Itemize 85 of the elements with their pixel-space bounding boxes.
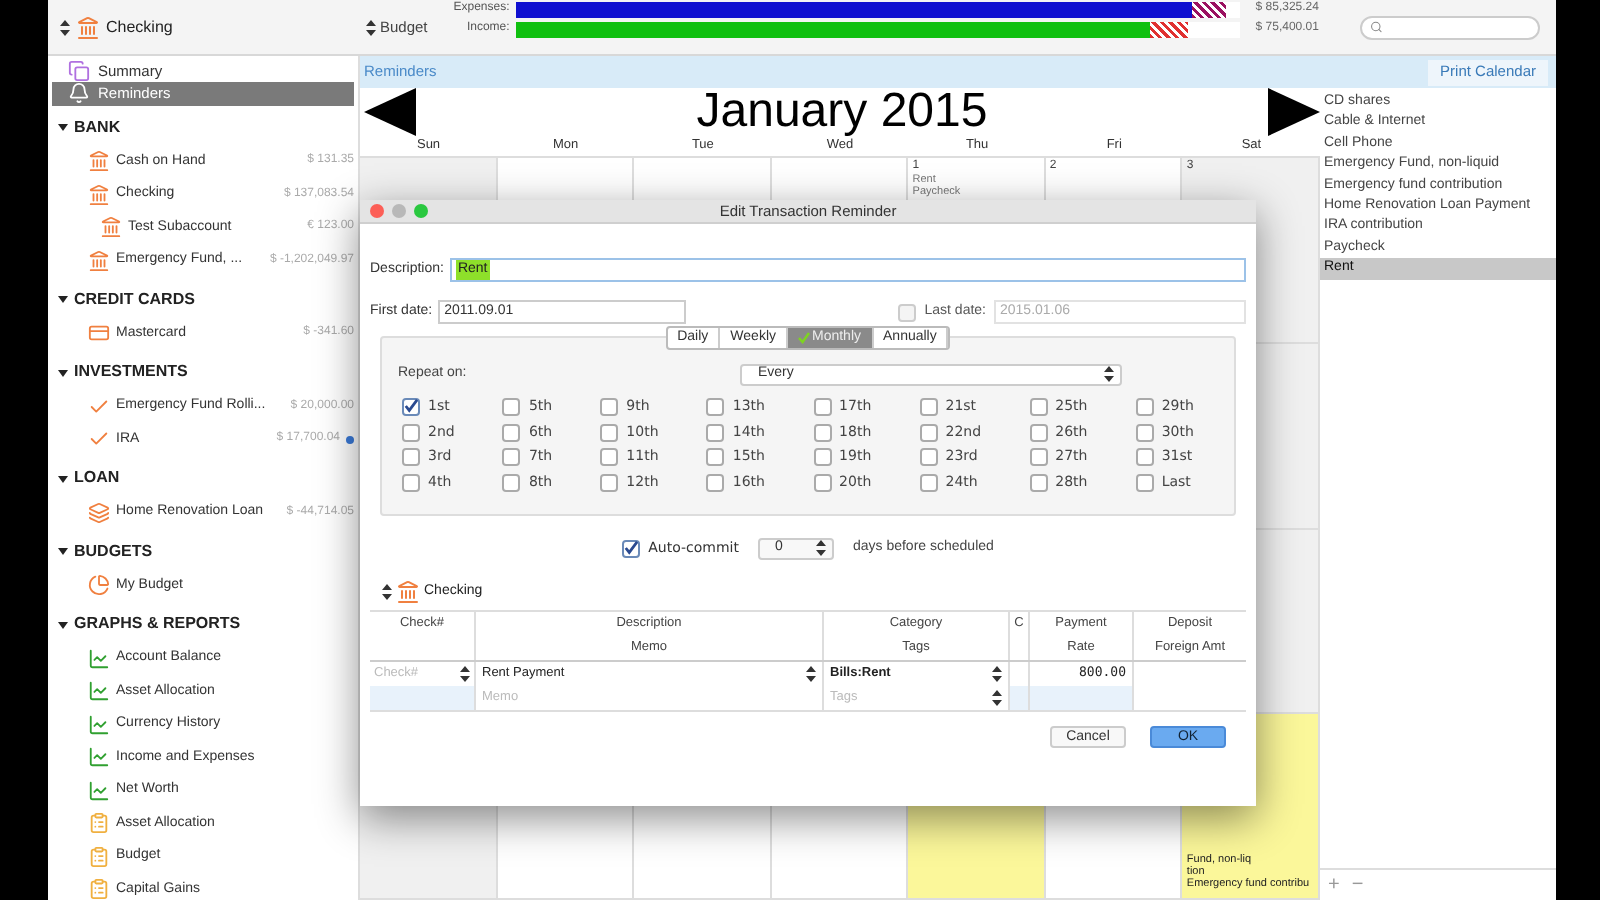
updown-icon [1104, 366, 1114, 382]
pie-chart-icon [88, 574, 110, 597]
checkbox[interactable] [402, 473, 420, 492]
checkbox[interactable] [706, 423, 725, 442]
checkbox[interactable] [813, 473, 832, 492]
section-header: GRAPHS & REPORTS [74, 612, 241, 636]
checkbox[interactable] [919, 423, 938, 442]
bank-icon [396, 580, 420, 604]
account-selector[interactable]: Checking [48, 0, 360, 54]
checkbox[interactable] [502, 473, 521, 492]
disclosure-triangle-icon[interactable] [58, 473, 68, 483]
line-chart-icon [88, 647, 110, 670]
checkbox[interactable] [919, 473, 938, 492]
section-header: CREDIT CARDS [74, 287, 195, 311]
checkbox[interactable] [706, 397, 725, 416]
checkbox[interactable] [813, 448, 832, 467]
checkbox[interactable] [1135, 473, 1154, 492]
line-chart-icon [88, 680, 110, 703]
disclosure-triangle-icon[interactable] [58, 546, 68, 556]
checkbox[interactable] [402, 423, 420, 442]
checkbox[interactable] [1029, 473, 1048, 492]
checkbox[interactable] [706, 448, 725, 467]
line-chart-icon [88, 779, 110, 802]
search-field[interactable] [1360, 15, 1540, 39]
disclosure-triangle-icon[interactable] [58, 294, 68, 304]
section-header: LOAN [74, 466, 120, 490]
close-button[interactable] [370, 204, 384, 218]
bank-icon [88, 249, 110, 272]
bank-icon [88, 183, 110, 206]
bank-icon [76, 15, 100, 39]
clipboard-icon [88, 845, 110, 868]
section-header: BUDGETS [74, 539, 153, 563]
card-icon [88, 322, 110, 345]
line-chart-icon [88, 746, 110, 769]
updown-icon [460, 666, 470, 682]
updown-icon [60, 19, 70, 35]
updown-icon [366, 19, 376, 35]
checkbox[interactable] [600, 448, 619, 467]
month-title: January 2015 [696, 88, 988, 136]
checkbox[interactable] [919, 448, 938, 467]
checkbox[interactable] [600, 423, 619, 442]
search-icon [1370, 20, 1383, 34]
bell-icon [68, 82, 90, 105]
checkbox[interactable] [1029, 448, 1048, 467]
line-chart-icon [88, 713, 110, 736]
pages-icon [68, 60, 90, 83]
updown-icon [992, 666, 1002, 682]
checkbox[interactable] [1029, 423, 1048, 442]
section-header: INVESTMENTS [74, 360, 188, 384]
checkbox[interactable] [402, 448, 420, 467]
checkbox[interactable] [813, 397, 832, 416]
table-cell[interactable] [370, 686, 476, 710]
updown-icon [382, 584, 392, 600]
checkmark-icon [88, 395, 110, 418]
updown-icon [806, 666, 816, 682]
checkbox[interactable] [919, 397, 938, 416]
checkbox[interactable] [622, 539, 641, 557]
checkbox[interactable] [402, 397, 420, 416]
checkbox[interactable] [706, 473, 725, 492]
table-cell[interactable] [1030, 686, 1134, 710]
layers-icon [88, 501, 110, 524]
checkbox[interactable] [1135, 397, 1154, 416]
section-header: BANK [74, 115, 121, 139]
updown-icon [992, 690, 1002, 706]
checkbox[interactable] [600, 397, 619, 416]
updown-icon [816, 540, 827, 556]
disclosure-triangle-icon[interactable] [58, 619, 68, 629]
checkbox[interactable] [1135, 423, 1154, 442]
checkbox[interactable] [813, 423, 832, 442]
bank-icon [100, 216, 122, 239]
table-cell[interactable] [1010, 686, 1030, 710]
bank-icon [88, 150, 110, 173]
checkbox[interactable] [1135, 448, 1154, 467]
zoom-button[interactable] [414, 204, 428, 218]
checkbox[interactable] [1029, 397, 1048, 416]
checkmark-icon [798, 332, 810, 344]
checkbox[interactable] [502, 397, 521, 416]
minimize-button[interactable] [392, 204, 406, 218]
checkbox[interactable] [502, 423, 521, 442]
clipboard-icon [88, 812, 110, 835]
checkbox[interactable] [600, 473, 619, 492]
clipboard-icon [88, 878, 110, 900]
checkbox[interactable] [502, 448, 521, 467]
disclosure-triangle-icon[interactable] [58, 367, 68, 377]
disclosure-triangle-icon[interactable] [58, 122, 68, 132]
